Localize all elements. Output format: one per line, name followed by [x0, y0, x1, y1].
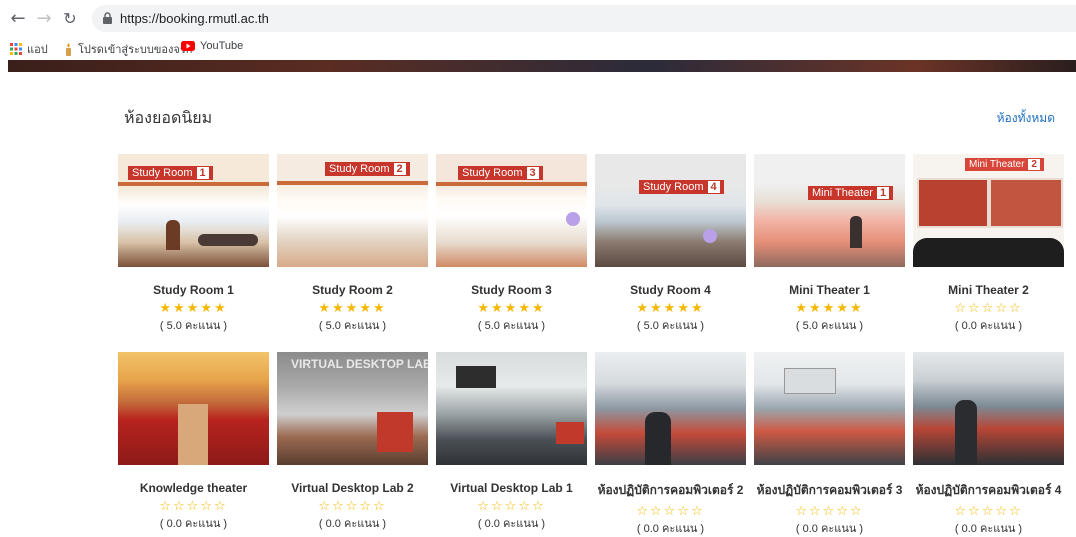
room-name: Study Room 2	[312, 283, 393, 297]
room-card[interactable]: ห้องปฏิบัติการคอมพิวเตอร์ 4 ☆☆☆☆☆ ( 0.0 …	[913, 352, 1064, 537]
room-name: ห้องปฏิบัติการคอมพิวเตอร์ 4	[915, 483, 1062, 497]
room-thumbnail[interactable]	[436, 352, 587, 465]
lock-icon	[103, 12, 112, 24]
forward-icon[interactable]: →	[34, 8, 54, 29]
room-thumbnail[interactable]: Study Room 4	[595, 154, 746, 267]
bookmark-label: แอป	[27, 44, 48, 56]
rating-stars: ☆☆☆☆☆	[318, 499, 387, 514]
room-sign: Study Room 3	[458, 166, 543, 180]
address-bar[interactable]: https://booking.rmutl.ac.th	[92, 5, 1076, 32]
section-title: ห้องยอดนิยม	[124, 110, 213, 127]
rating-stars: ☆☆☆☆☆	[795, 504, 864, 519]
room-card[interactable]: Study Room 1 Study Room 1 ★★★★★ ( 5.0 คะแ…	[118, 154, 269, 334]
rating-score: ( 5.0 คะแนน )	[477, 320, 546, 332]
room-name: ห้องปฏิบัติการคอมพิวเตอร์ 2	[597, 483, 744, 497]
room-card[interactable]: ห้องปฏิบัติการคอมพิวเตอร์ 2 ☆☆☆☆☆ ( 0.0 …	[595, 352, 746, 537]
room-sign: Study Room 4	[639, 180, 724, 194]
bookmark-login[interactable]: โปรดเข้าสู่ระบบของจรก	[64, 40, 192, 58]
bookmark-youtube[interactable]: YouTube	[181, 40, 243, 52]
room-name: Mini Theater 1	[789, 283, 870, 297]
room-thumbnail[interactable]	[118, 352, 269, 465]
room-card[interactable]: Knowledge theater ☆☆☆☆☆ ( 0.0 คะแนน )	[118, 352, 269, 532]
room-thumbnail[interactable]: Mini Theater 1	[754, 154, 905, 267]
room-thumbnail[interactable]	[754, 352, 905, 465]
room-sign: Mini Theater 2	[965, 158, 1044, 171]
rating-score: ( 0.0 คะแนน )	[636, 523, 705, 535]
room-name: Virtual Desktop Lab 1	[450, 481, 573, 495]
rating-stars: ★★★★★	[795, 301, 864, 316]
rating-stars: ★★★★★	[477, 301, 546, 316]
room-card[interactable]: VIRTUAL DESKTOP LAB2 Virtual Desktop Lab…	[277, 352, 428, 532]
room-name: Study Room 3	[471, 283, 552, 297]
rating-score: ( 0.0 คะแนน )	[795, 523, 864, 535]
room-card[interactable]: ห้องปฏิบัติการคอมพิวเตอร์ 3 ☆☆☆☆☆ ( 0.0 …	[754, 352, 905, 537]
room-name: Knowledge theater	[139, 481, 248, 495]
rating-score: ( 0.0 คะแนน )	[318, 518, 387, 530]
rating-score: ( 0.0 คะแนน )	[477, 518, 546, 530]
room-card[interactable]: Study Room 2 Study Room 2 ★★★★★ ( 5.0 คะแ…	[277, 154, 428, 334]
room-sign: VIRTUAL DESKTOP LAB2	[287, 356, 428, 372]
rating-stars: ☆☆☆☆☆	[159, 499, 228, 514]
url-text: https://booking.rmutl.ac.th	[120, 11, 269, 26]
header-banner	[8, 60, 1076, 72]
bookmark-label: โปรดเข้าสู่ระบบของจรก	[78, 44, 193, 56]
rating-stars: ☆☆☆☆☆	[477, 499, 546, 514]
browser-toolbar: ← → ↻ https://booking.rmutl.ac.th	[0, 0, 1076, 36]
rating-stars: ☆☆☆☆☆	[954, 301, 1023, 316]
room-thumbnail[interactable]	[913, 352, 1064, 465]
room-name: ห้องปฏิบัติการคอมพิวเตอร์ 3	[756, 483, 903, 497]
back-icon[interactable]: ←	[8, 8, 28, 29]
rating-stars: ☆☆☆☆☆	[636, 504, 705, 519]
rating-stars: ☆☆☆☆☆	[954, 504, 1023, 519]
rating-score: ( 5.0 คะแนน )	[318, 320, 387, 332]
rating-score: ( 0.0 คะแนน )	[954, 320, 1023, 332]
rating-stars: ★★★★★	[318, 301, 387, 316]
room-thumbnail[interactable]: Study Room 2	[277, 154, 428, 267]
rating-score: ( 5.0 คะแนน )	[636, 320, 705, 332]
room-thumbnail[interactable]: Study Room 3	[436, 154, 587, 267]
room-name: Study Room 1	[153, 283, 234, 297]
see-all-rooms-link[interactable]: ห้องทั้งหมด	[997, 109, 1055, 128]
bookmark-apps[interactable]: แอป	[10, 40, 48, 58]
room-thumbnail[interactable]: Mini Theater 2	[913, 154, 1064, 267]
rating-stars: ★★★★★	[159, 301, 228, 316]
room-card[interactable]: Mini Theater 1 Mini Theater 1 ★★★★★ ( 5.0…	[754, 154, 905, 334]
room-card[interactable]: Mini Theater 2 Mini Theater 2 ☆☆☆☆☆ ( 0.0…	[913, 154, 1064, 334]
room-card[interactable]: Virtual Desktop Lab 1 ☆☆☆☆☆ ( 0.0 คะแนน …	[436, 352, 587, 532]
rating-score: ( 5.0 คะแนน )	[159, 320, 228, 332]
bookmarks-bar: แอป โปรดเข้าสู่ระบบของจรก YouTube	[0, 36, 1076, 58]
reload-icon[interactable]: ↻	[60, 8, 80, 28]
room-name: Virtual Desktop Lab 2	[291, 481, 414, 495]
room-name: Study Room 4	[630, 283, 711, 297]
room-name: Mini Theater 2	[948, 283, 1029, 297]
room-card[interactable]: Study Room 4 Study Room 4 ★★★★★ ( 5.0 คะแ…	[595, 154, 746, 334]
room-thumbnail[interactable]: Study Room 1	[118, 154, 269, 267]
room-sign: Study Room 2	[325, 162, 410, 176]
room-thumbnail[interactable]	[595, 352, 746, 465]
room-sign: Study Room 1	[128, 166, 213, 180]
rating-score: ( 0.0 คะแนน )	[954, 523, 1023, 535]
apps-grid-icon	[10, 43, 22, 55]
rating-score: ( 0.0 คะแนน )	[159, 518, 228, 530]
bookmark-label: YouTube	[200, 40, 244, 52]
room-sign: Mini Theater 1	[808, 186, 894, 200]
room-thumbnail[interactable]: VIRTUAL DESKTOP LAB2	[277, 352, 428, 465]
youtube-icon	[181, 41, 195, 51]
room-card[interactable]: Study Room 3 Study Room 3 ★★★★★ ( 5.0 คะแ…	[436, 154, 587, 334]
rating-stars: ★★★★★	[636, 301, 705, 316]
rating-score: ( 5.0 คะแนน )	[795, 320, 864, 332]
candle-icon	[66, 42, 71, 56]
